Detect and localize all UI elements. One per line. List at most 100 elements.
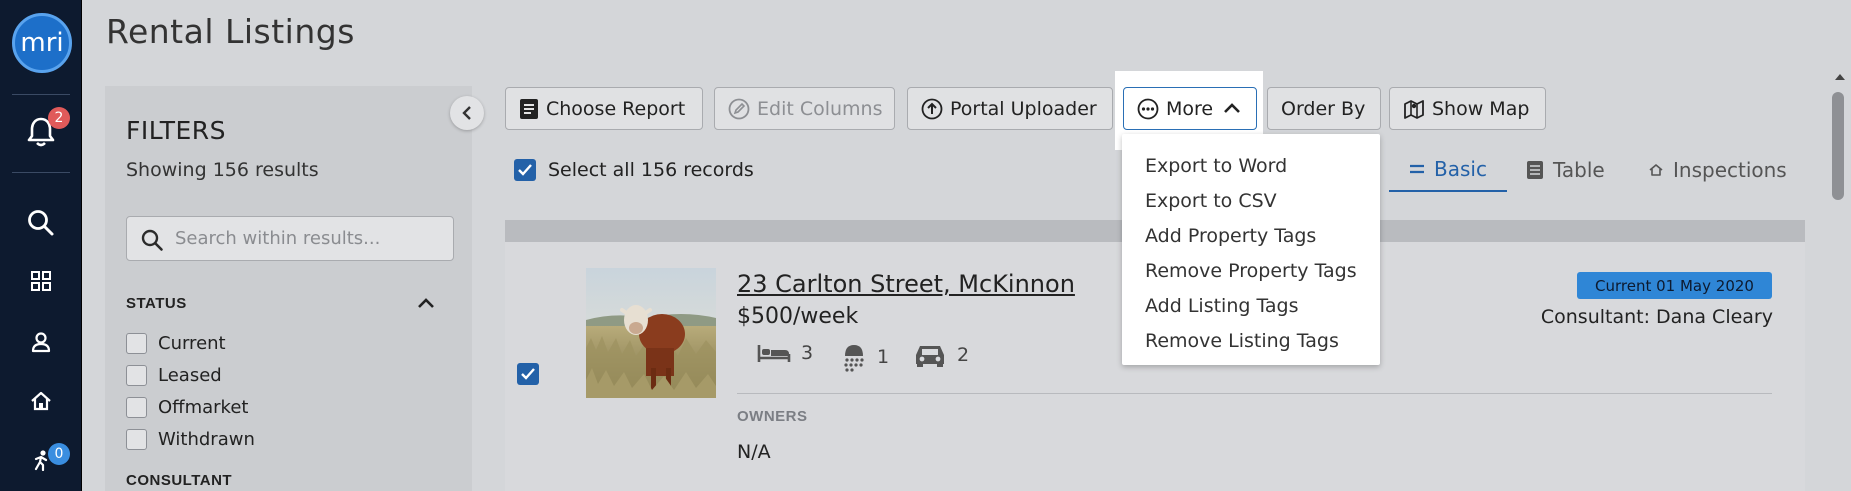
filter-search-box [126,216,454,261]
select-all-label: Select all 156 records [548,159,754,181]
portal-uploader-label: Portal Uploader [950,97,1097,120]
bathrooms: 1 [841,342,889,372]
menu-item-remove-listing-tags[interactable]: Remove Listing Tags [1122,323,1380,358]
status-badge: Current 01 May 2020 [1577,272,1772,299]
more-button[interactable]: More [1123,87,1257,130]
chevron-left-icon [462,106,471,120]
scrollbar-thumb[interactable] [1832,92,1844,200]
status-option-label: Leased [158,364,222,386]
checkbox[interactable] [126,364,147,386]
card-divider [737,393,1772,394]
map-icon [1404,99,1424,119]
order-by-label: Order By [1281,97,1366,120]
status-option-leased[interactable]: Leased [126,363,222,387]
status-option-label: Current [158,332,226,354]
bathroom-count: 1 [877,346,890,368]
person-icon [31,332,51,353]
status-collapse-toggle[interactable] [417,296,435,315]
properties-nav-button[interactable] [21,381,61,421]
nav-divider [12,94,70,95]
left-nav: mri 2 0 [0,0,82,491]
status-option-label: Offmarket [158,396,249,418]
tab-table[interactable]: Table [1526,148,1605,192]
tab-basic[interactable]: Basic [1389,148,1507,192]
bedroom-count: 3 [801,342,814,364]
more-dots-icon [1137,98,1159,119]
bed-icon [757,345,791,362]
car-spaces: 2 [913,342,969,368]
inspection-home-icon [1649,164,1663,176]
edit-columns-label: Edit Columns [757,97,883,120]
edit-icon [728,98,750,119]
portal-uploader-button[interactable]: Portal Uploader [907,87,1113,130]
search-icon [141,229,163,251]
upload-icon [921,98,943,119]
listing-address-link[interactable]: 23 Carlton Street, McKinnon [737,270,1075,298]
listing-select[interactable] [517,363,539,385]
car-space-count: 2 [957,344,970,366]
show-map-label: Show Map [1432,97,1530,120]
property-photo[interactable] [586,268,716,398]
collapse-filters-button[interactable] [450,96,484,130]
filters-title: FILTERS [126,116,227,145]
owners-value: N/A [737,441,771,463]
tab-basic-label: Basic [1434,157,1487,181]
select-all[interactable]: Select all 156 records [514,159,754,181]
home-icon [31,391,51,411]
tab-inspections[interactable]: Inspections [1648,148,1787,192]
checkbox[interactable] [126,396,147,418]
order-by-button[interactable]: Order By [1267,87,1381,130]
listing-checkbox[interactable] [517,363,539,385]
app-logo[interactable]: mri [12,13,72,73]
page-title: Rental Listings [106,12,355,51]
dashboard-nav-button[interactable] [21,261,61,301]
show-map-button[interactable]: Show Map [1389,87,1546,130]
shower-icon [844,345,864,372]
checkmark-icon [521,368,535,380]
tab-inspections-label: Inspections [1673,158,1787,182]
search-icon [28,210,54,236]
status-option-withdrawn[interactable]: Withdrawn [126,427,255,451]
consultant-heading: CONSULTANT [126,472,233,489]
bedrooms: 3 [757,342,813,364]
choose-report-label: Choose Report [546,97,686,120]
car-icon [916,346,944,367]
menu-item-add-listing-tags[interactable]: Add Listing Tags [1122,288,1380,323]
menu-item-remove-property-tags[interactable]: Remove Property Tags [1122,253,1380,288]
consultant-name: Consultant: Dana Cleary [1540,306,1773,328]
report-icon [520,98,538,119]
table-icon [1527,161,1543,179]
notification-count-badge: 2 [48,107,70,129]
results-count: Showing 156 results [126,159,319,181]
lines-icon [1410,164,1424,174]
status-option-offmarket[interactable]: Offmarket [126,395,248,419]
chevron-up-icon [1224,103,1241,113]
menu-item-export-word[interactable]: Export to Word [1122,148,1380,183]
menu-item-export-csv[interactable]: Export to CSV [1122,183,1380,218]
listing-price: $500/week [737,304,859,329]
nav-divider [12,172,70,173]
status-option-current[interactable]: Current [126,331,226,355]
edit-columns-button[interactable]: Edit Columns [714,87,895,130]
checkmark-icon [518,164,532,176]
more-dropdown-menu: Export to Word Export to CSV Add Propert… [1122,134,1380,365]
filters-panel: FILTERS Showing 156 results STATUS Curre… [105,86,472,491]
more-label: More [1166,97,1214,120]
cow-photo-image [586,268,716,398]
menu-item-add-property-tags[interactable]: Add Property Tags [1122,218,1380,253]
checkbox[interactable] [126,428,147,450]
checkbox[interactable] [126,332,147,354]
tab-table-label: Table [1553,158,1605,182]
chevron-up-icon [418,298,434,308]
choose-report-button[interactable]: Choose Report [505,87,703,130]
search-nav-button[interactable] [21,203,61,243]
grid-icon [31,271,51,291]
filter-search-input[interactable] [175,223,440,254]
page-header: Rental Listings [82,0,1851,66]
status-option-label: Withdrawn [158,428,255,450]
contacts-nav-button[interactable] [21,322,61,362]
logo-text: mri [20,28,64,58]
task-count-badge: 0 [48,443,70,465]
owners-heading: OWNERS [737,408,808,425]
select-all-checkbox[interactable] [514,159,536,181]
